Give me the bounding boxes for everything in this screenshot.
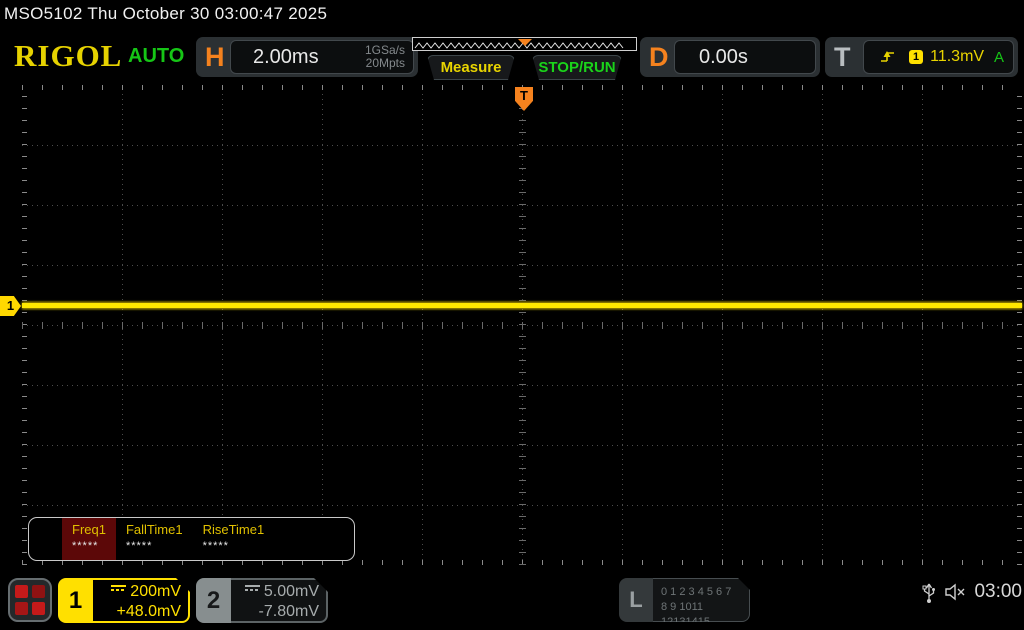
delay-settings-button[interactable]: D 0.00s [640, 37, 820, 77]
measurement-value: ***** [202, 540, 229, 552]
measurement-value: ***** [72, 540, 99, 552]
timebase-value: 2.00ms [253, 45, 319, 68]
measurement-label: FallTime1 [125, 522, 183, 537]
acquire-mode-indicator: AUTO [128, 45, 185, 67]
rising-edge-trigger-icon [881, 51, 894, 62]
timebase-box: 2.00ms 1GSa/s 20Mpts [230, 40, 414, 74]
model-and-datetime: MSO5102 Thu October 30 03:00:47 2025 [4, 4, 328, 23]
measurement-label: Freq1 [72, 522, 106, 537]
function-navigation-button[interactable] [8, 578, 52, 622]
channel2-values: 5.00mV -7.80mV [231, 578, 328, 623]
red-grid-icon [15, 602, 28, 615]
usb-icon [922, 583, 936, 603]
logic-row-0-7: 0 1 2 3 4 5 6 7 [661, 586, 732, 598]
trigger-sweep-mode: A [993, 48, 1004, 66]
dc-coupling-icon [245, 585, 260, 594]
system-clock: 03:00 [974, 581, 1022, 602]
channel2-offset: -7.80mV [258, 603, 319, 620]
red-grid-icon [15, 585, 28, 598]
channel2-status-button[interactable]: 2 5.00mV -7.80mV [196, 578, 328, 623]
sample-rate: 1GSa/s [364, 43, 405, 57]
channel1-values: 200mV +48.0mV [93, 578, 190, 623]
channel1-scale: 200mV [130, 583, 181, 600]
speaker-muted-icon[interactable] [944, 582, 966, 602]
channel2-scale: 5.00mV [263, 583, 319, 600]
logic-row-8-15: 8 9 1011 12131415 [661, 601, 710, 628]
logic-label: L [619, 578, 653, 622]
delay-label: D [649, 42, 669, 72]
horizontal-settings-button[interactable]: H 2.00ms 1GSa/s 20Mpts [196, 37, 418, 77]
dc-coupling-icon [111, 585, 126, 594]
measurement-item-risetime1[interactable]: RiseTime1 ***** [193, 518, 275, 560]
waveform-preview-strip[interactable] [412, 37, 637, 51]
channel-status-bar: 1 200mV +48.0mV 2 5.00mV -7.80mV L 0 1 2… [0, 570, 1024, 630]
stop-run-button[interactable]: STOP/RUN [532, 55, 622, 80]
oscilloscope-screen: MSO5102 Thu October 30 03:00:47 2025 RIG… [0, 0, 1024, 630]
measure-button[interactable]: Measure [427, 55, 515, 80]
ch1-waveform-trace [22, 303, 1022, 308]
center-horizontal-ticks [22, 322, 1022, 329]
trigger-box: 1 11.3mV A [863, 40, 1014, 74]
logic-channels-button[interactable]: L 0 1 2 3 4 5 6 7 8 9 1011 12131415 [619, 578, 750, 622]
delay-value: 0.00s [699, 45, 748, 68]
measurement-slot-empty[interactable] [29, 518, 62, 560]
red-grid-icon [32, 585, 45, 598]
measurement-item-falltime1[interactable]: FallTime1 ***** [116, 518, 193, 560]
sample-rate-memory: 1GSa/s 20Mpts [365, 44, 405, 70]
channel1-number: 1 [58, 578, 93, 623]
waveform-display-area[interactable] [22, 85, 1022, 565]
memory-depth: 20Mpts [365, 56, 405, 70]
measurement-panel: Freq1 ***** FallTime1 ***** RiseTime1 **… [28, 517, 355, 561]
trigger-level-value: 11.3mV [930, 48, 985, 65]
measurement-label: RiseTime1 [202, 522, 265, 537]
horizontal-label: H [205, 42, 225, 72]
rigol-logo: RIGOL [14, 38, 123, 73]
trigger-source-badge: 1 [909, 50, 924, 64]
logic-channel-list: 0 1 2 3 4 5 6 7 8 9 1011 12131415 [653, 578, 750, 622]
channel1-status-button[interactable]: 1 200mV +48.0mV [58, 578, 190, 623]
trigger-settings-button[interactable]: T 1 11.3mV A [825, 37, 1018, 77]
delay-box: 0.00s [674, 40, 816, 74]
ch1-position-marker[interactable]: 1 [0, 296, 21, 316]
channel2-number: 2 [196, 578, 231, 623]
red-grid-icon [32, 602, 45, 615]
measurement-value: ***** [125, 540, 153, 552]
header-bar: RIGOL AUTO H 2.00ms 1GSa/s 20Mpts Measur… [0, 30, 1024, 84]
channel1-offset: +48.0mV [116, 603, 181, 620]
trigger-label: T [834, 42, 851, 72]
preview-zigzag-icon [414, 39, 624, 49]
measurement-item-freq1[interactable]: Freq1 ***** [62, 518, 116, 560]
